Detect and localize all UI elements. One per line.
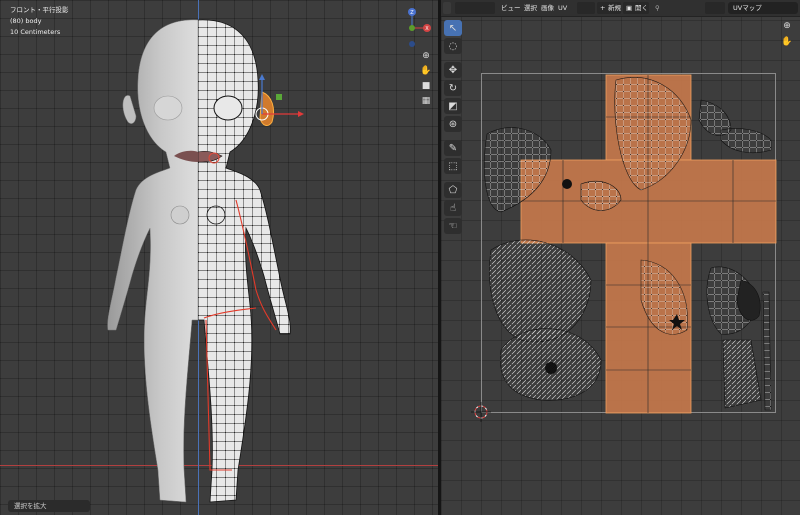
character-mesh[interactable]	[0, 0, 438, 515]
pinch-tool-icon[interactable]: ☜	[444, 218, 462, 234]
wireframe-half	[198, 19, 291, 503]
select-tool-icon[interactable]: ↖	[444, 20, 462, 36]
move-tool-icon[interactable]: ✥	[444, 62, 462, 78]
svg-text:Z: Z	[410, 10, 414, 16]
svg-text:X: X	[425, 26, 429, 32]
uv-2d-cursor[interactable]	[471, 402, 491, 422]
zoom-icon[interactable]: ⊕	[420, 50, 432, 62]
grid-icon[interactable]: ▦	[420, 95, 432, 107]
status-tip: 選択を拡大	[8, 500, 90, 512]
solid-half	[107, 19, 198, 503]
camera-icon[interactable]: ■	[420, 80, 432, 92]
scale-tool-icon[interactable]: ◩	[444, 98, 462, 114]
selected-ear[interactable]	[255, 74, 304, 126]
rotate-tool-icon[interactable]: ↻	[444, 80, 462, 96]
cursor-tool-icon[interactable]: ⬚	[444, 158, 462, 174]
transform-tool-icon[interactable]: ⊛	[444, 116, 462, 132]
annotate-tool-icon[interactable]: ✎	[444, 140, 462, 156]
relax-tool-icon[interactable]: ☝	[444, 200, 462, 216]
3d-viewport[interactable]: フロント・平行投影 (80) body 10 Centimeters Z X ⊕…	[0, 0, 438, 515]
uv-layout[interactable]	[441, 0, 800, 515]
uv-zoom-icon[interactable]: ⊕	[781, 20, 793, 32]
hand-icon[interactable]: ✋	[420, 65, 432, 77]
neg-z-axis-handle	[409, 41, 415, 47]
y-axis-handle	[409, 25, 415, 31]
grab-tool-icon[interactable]: ⬠	[444, 182, 462, 198]
uv-navigation: ⊕ ✋	[781, 20, 793, 52]
uv-editor[interactable]: ビュー 選択 画像 UV + 新規 ▣ 開く ⚲ UVマップ ⊕ ✋	[441, 0, 800, 515]
uv-hand-icon[interactable]: ✋	[781, 36, 793, 48]
uv-toolbar: ↖ ◌ ✥ ↻ ◩ ⊛ ✎ ⬚ ⬠ ☝ ☜	[444, 20, 462, 236]
select-circle-tool-icon[interactable]: ◌	[444, 38, 462, 54]
navigation-gizmo[interactable]: Z X	[402, 4, 432, 50]
